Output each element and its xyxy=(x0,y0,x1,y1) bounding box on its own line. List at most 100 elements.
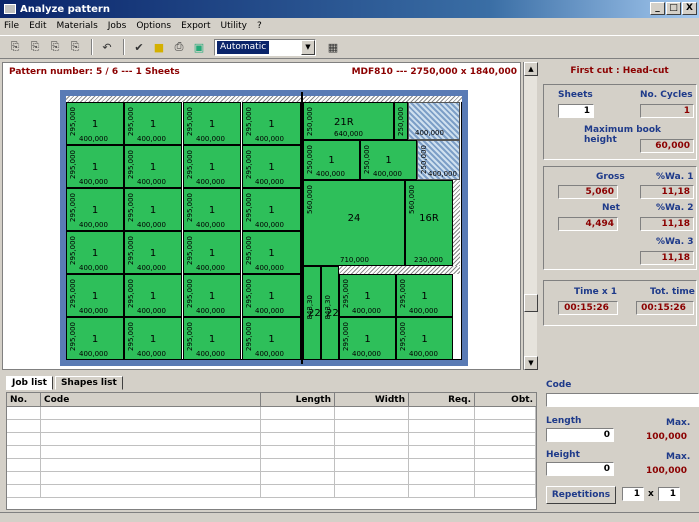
piece-1[interactable]: 295,000 1 400,000 xyxy=(242,145,301,188)
piece-1[interactable]: 295,000 1 400,000 xyxy=(124,274,182,317)
maximize-button[interactable]: □ xyxy=(666,2,681,15)
pattern-last-icon[interactable]: ⎘ xyxy=(66,38,84,56)
table-cell[interactable] xyxy=(41,472,261,484)
column-code[interactable]: Code xyxy=(41,393,261,406)
height-input[interactable]: 0 xyxy=(546,462,614,476)
undo-icon[interactable]: ↶ xyxy=(98,38,116,56)
table-cell[interactable] xyxy=(261,420,335,432)
table-cell[interactable] xyxy=(475,420,536,432)
menu-edit[interactable]: Edit xyxy=(29,21,46,31)
table-cell[interactable] xyxy=(41,407,261,419)
table-cell[interactable] xyxy=(475,459,536,471)
piece-1[interactable]: 295,000 1 400,000 xyxy=(66,231,124,274)
piece-16r[interactable]: 560,000 16R 230,000 xyxy=(405,180,453,266)
sheets-input[interactable]: 1 xyxy=(558,104,594,118)
piece-1[interactable]: 295,000 1 400,000 xyxy=(396,317,453,360)
piece-1[interactable]: 295,000 1 400,000 xyxy=(183,145,241,188)
table-cell[interactable] xyxy=(7,420,41,432)
table-cell[interactable] xyxy=(7,459,41,471)
column-obt[interactable]: Obt. xyxy=(475,393,536,406)
piece-1[interactable]: 295,000 1 400,000 xyxy=(339,317,396,360)
table-cell[interactable] xyxy=(335,472,409,484)
check-icon[interactable]: ✔ xyxy=(130,38,148,56)
piece-1[interactable]: 295,000 1 400,000 xyxy=(124,317,182,360)
piece-21r[interactable]: 250,000 21R 640,000 xyxy=(303,102,394,140)
menu-help[interactable]: ? xyxy=(257,21,262,31)
table-cell[interactable] xyxy=(41,459,261,471)
table-cell[interactable] xyxy=(409,459,475,471)
piece-1[interactable]: 295,000 1 400,000 xyxy=(66,188,124,231)
piece-1[interactable]: 295,000 1 400,000 xyxy=(183,231,241,274)
piece-1[interactable]: 295,000 1 400,000 xyxy=(183,188,241,231)
piece-22[interactable]: 843,30 22 xyxy=(303,266,321,360)
repetitions-count-input[interactable]: 1 xyxy=(622,487,644,501)
menu-jobs[interactable]: Jobs xyxy=(108,21,127,31)
table-cell[interactable] xyxy=(7,433,41,445)
piece-narrow[interactable]: 250,000 xyxy=(394,102,408,140)
piece-1[interactable]: 295,000 1 400,000 xyxy=(66,145,124,188)
menu-utility[interactable]: Utility xyxy=(221,21,247,31)
table-cell[interactable] xyxy=(475,433,536,445)
table-cell[interactable] xyxy=(41,433,261,445)
table-cell[interactable] xyxy=(335,446,409,458)
table-cell[interactable] xyxy=(7,407,41,419)
table-cell[interactable] xyxy=(261,433,335,445)
table-cell[interactable] xyxy=(7,485,41,497)
table-cell[interactable] xyxy=(41,485,261,497)
scroll-thumb[interactable] xyxy=(524,294,538,312)
table-row[interactable] xyxy=(7,485,536,498)
piece-1[interactable]: 295,000 1 400,000 xyxy=(66,102,124,145)
table-cell[interactable] xyxy=(409,485,475,497)
piece-1[interactable]: 295,000 1 400,000 xyxy=(183,317,241,360)
table-row[interactable] xyxy=(7,407,536,420)
table-cell[interactable] xyxy=(261,472,335,484)
piece-1[interactable]: 295,000 1 400,000 xyxy=(396,274,453,317)
piece-1[interactable]: 295,000 1 400,000 xyxy=(242,102,301,145)
piece-1[interactable]: 295,000 1 400,000 xyxy=(242,274,301,317)
table-cell[interactable] xyxy=(41,446,261,458)
table-cell[interactable] xyxy=(409,446,475,458)
table-row[interactable] xyxy=(7,459,536,472)
tab-job-list[interactable]: Job list xyxy=(6,376,53,390)
pattern-first-icon[interactable]: ⎘ xyxy=(6,38,24,56)
menu-options[interactable]: Options xyxy=(136,21,171,31)
repetitions-multiplier-input[interactable]: 1 xyxy=(658,487,680,501)
print-icon[interactable]: ⎙ xyxy=(170,38,188,56)
mode-select[interactable]: Automatic ▼ xyxy=(214,38,316,56)
piece-1[interactable]: 295,000 1 400,000 xyxy=(124,102,182,145)
scroll-up-icon[interactable]: ▲ xyxy=(524,62,538,76)
piece-24[interactable]: 560,000 24 710,000 xyxy=(303,180,405,266)
piece-1[interactable]: 295,000 1 400,000 xyxy=(124,188,182,231)
length-input[interactable]: 0 xyxy=(546,428,614,442)
repetitions-button[interactable]: Repetitions xyxy=(546,486,616,504)
export-icon[interactable]: ▣ xyxy=(190,38,208,56)
vertical-scrollbar[interactable]: ▲ ▼ xyxy=(523,62,538,370)
minimize-button[interactable]: _ xyxy=(650,2,665,15)
piece-1[interactable]: 250,000 1 400,000 xyxy=(303,140,360,180)
pattern-prev-icon[interactable]: ⎘ xyxy=(26,38,44,56)
table-cell[interactable] xyxy=(409,407,475,419)
table-cell[interactable] xyxy=(261,407,335,419)
menu-export[interactable]: Export xyxy=(181,21,210,31)
table-cell[interactable] xyxy=(41,420,261,432)
table-cell[interactable] xyxy=(475,407,536,419)
table-cell[interactable] xyxy=(335,407,409,419)
scroll-down-icon[interactable]: ▼ xyxy=(524,356,538,370)
pattern-next-icon[interactable]: ⎘ xyxy=(46,38,64,56)
table-cell[interactable] xyxy=(261,459,335,471)
piece-1[interactable]: 295,000 1 400,000 xyxy=(242,188,301,231)
table-cell[interactable] xyxy=(7,472,41,484)
table-row[interactable] xyxy=(7,420,536,433)
table-cell[interactable] xyxy=(261,485,335,497)
table-cell[interactable] xyxy=(475,485,536,497)
table-cell[interactable] xyxy=(409,420,475,432)
column-width[interactable]: Width xyxy=(335,393,409,406)
table-cell[interactable] xyxy=(475,472,536,484)
highlight-icon[interactable]: ■ xyxy=(150,38,168,56)
piece-1[interactable]: 295,000 1 400,000 xyxy=(124,231,182,274)
piece-1[interactable]: 295,000 1 400,000 xyxy=(66,317,124,360)
table-cell[interactable] xyxy=(7,446,41,458)
close-button[interactable]: X xyxy=(682,2,697,15)
piece-1[interactable]: 295,000 1 400,000 xyxy=(66,274,124,317)
table-cell[interactable] xyxy=(409,472,475,484)
